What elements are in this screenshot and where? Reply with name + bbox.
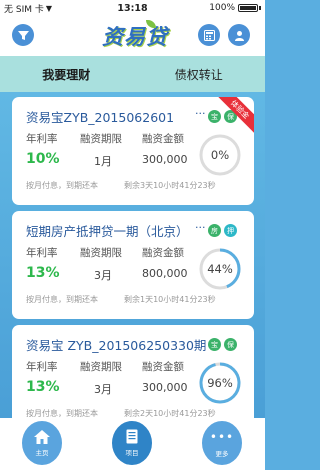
product-title: 短期房产抵押贷一期（北京） xyxy=(26,224,189,239)
app-header: 资易贷 xyxy=(0,16,265,56)
progress-label: 0% xyxy=(210,148,230,162)
wifi-icon: ▼ xyxy=(45,3,53,13)
rate-header: 年利率 xyxy=(26,361,58,373)
guarantee-tag-icon: 保 xyxy=(224,338,237,351)
filter-icon xyxy=(17,30,29,40)
status-right: 100% xyxy=(171,3,261,13)
nav-home-label: 主页 xyxy=(35,448,49,457)
term-value: 3月 xyxy=(94,269,112,282)
more-icon: ••• xyxy=(209,429,235,444)
calculator-icon xyxy=(203,29,215,41)
user-icon xyxy=(234,30,244,41)
progress-label: 44% xyxy=(207,262,233,276)
battery-icon xyxy=(238,4,258,12)
rate-header: 年利率 xyxy=(26,133,58,145)
nav-more[interactable]: ••• 更多 xyxy=(202,421,242,465)
term-value: 1月 xyxy=(94,155,112,168)
repay-method: 按月付息，到期还本 xyxy=(26,409,98,418)
rate-header: 年利率 xyxy=(26,247,58,259)
repay-method: 按月付息，到期还本 xyxy=(26,181,98,190)
term-header: 融资期限 xyxy=(80,361,122,373)
house-tag-icon: 房 xyxy=(208,224,221,237)
status-left: 无 SIM 卡 ▼ xyxy=(4,2,94,15)
tab-bar: 我要理财 债权转让 xyxy=(0,56,265,92)
product-card[interactable]: 资易宝 ZYB_201506250330期 宝 保 年利率 融资期限 融资金额 … xyxy=(12,325,254,418)
progress-ring: 96% xyxy=(198,361,242,405)
amount-value: 800,000 xyxy=(142,267,188,280)
product-card[interactable]: 资易宝ZYB_2015062601 ··· 宝 保 体验金 年利率 融资期限 融… xyxy=(12,97,254,205)
product-card[interactable]: 短期房产抵押贷一期（北京） ··· 房 押 年利率 融资期限 融资金额 13% … xyxy=(12,211,254,319)
status-bar: 无 SIM 卡 ▼ 13:18 100% xyxy=(0,0,265,16)
status-time: 13:18 xyxy=(117,2,148,14)
remaining-time: 剩余3天10小时41分23秒 xyxy=(124,181,216,190)
amount-value: 300,000 xyxy=(142,381,188,394)
progress-ring: 44% xyxy=(198,247,242,291)
progress-label: 96% xyxy=(207,376,233,390)
rate-value: 13% xyxy=(26,265,60,281)
bottom-nav: 主页 项目 ••• 更多 xyxy=(0,418,265,470)
calculator-button[interactable] xyxy=(198,24,220,46)
document-icon xyxy=(126,429,138,444)
home-icon xyxy=(34,429,50,444)
tab-invest[interactable]: 我要理财 xyxy=(0,56,133,92)
amount-header: 融资金额 xyxy=(142,361,184,373)
product-list[interactable]: 资易宝ZYB_2015062601 ··· 宝 保 体验金 年利率 融资期限 融… xyxy=(0,92,265,418)
nav-more-label: 更多 xyxy=(215,449,229,458)
progress-ring: 0% xyxy=(198,133,242,177)
app-logo: 资易贷 xyxy=(102,25,168,49)
rate-value: 10% xyxy=(26,151,60,167)
amount-header: 融资金额 xyxy=(142,133,184,145)
mortgage-tag-icon: 押 xyxy=(224,224,237,237)
amount-header: 融资金额 xyxy=(142,247,184,259)
tab-debt-transfer[interactable]: 债权转让 xyxy=(133,56,266,92)
product-title: 资易宝ZYB_2015062601 xyxy=(26,110,175,125)
term-header: 融资期限 xyxy=(80,247,122,259)
amount-value: 300,000 xyxy=(142,153,188,166)
user-button[interactable] xyxy=(228,24,250,46)
rate-value: 13% xyxy=(26,379,60,395)
repay-method: 按月付息，到期还本 xyxy=(26,295,98,304)
title-ellipsis: ··· xyxy=(195,221,206,234)
title-ellipsis: ··· xyxy=(195,107,206,120)
term-value: 3月 xyxy=(94,383,112,396)
term-header: 融资期限 xyxy=(80,133,122,145)
bao-tag-icon: 宝 xyxy=(208,338,221,351)
bao-tag-icon: 宝 xyxy=(208,110,221,123)
nav-projects[interactable]: 项目 xyxy=(112,421,152,465)
product-title: 资易宝 ZYB_201506250330期 xyxy=(26,338,206,353)
filter-button[interactable] xyxy=(12,24,34,46)
remaining-time: 剩余1天10小时41分23秒 xyxy=(124,295,216,304)
battery-label: 100% xyxy=(209,3,235,13)
nav-projects-label: 项目 xyxy=(125,449,139,457)
remaining-time: 剩余2天10小时41分23秒 xyxy=(124,409,216,418)
nav-home[interactable]: 主页 xyxy=(22,421,62,465)
carrier-label: 无 SIM 卡 xyxy=(4,4,44,15)
